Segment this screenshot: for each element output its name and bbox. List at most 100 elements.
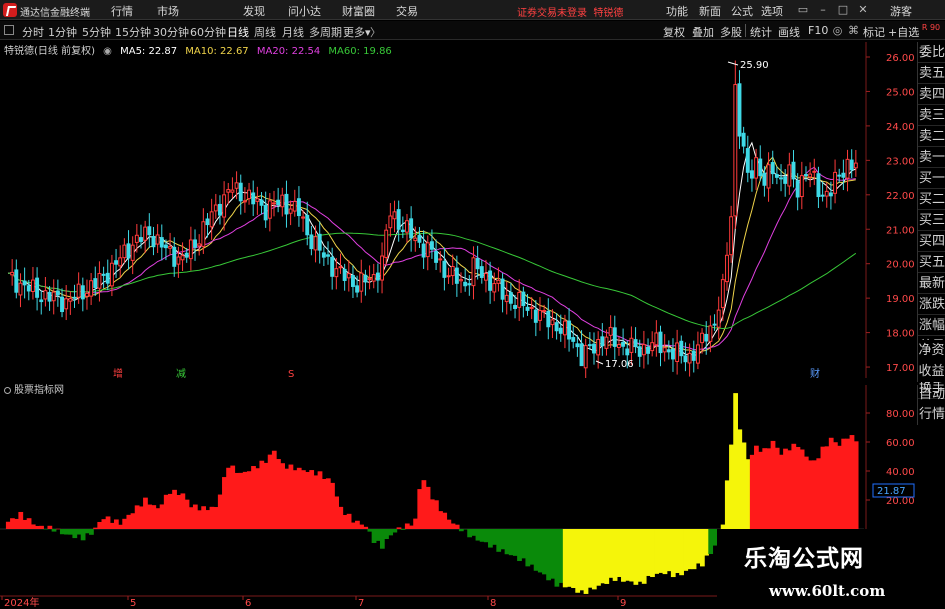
sidebar-item-ask3[interactable]: 卖三: [918, 105, 945, 126]
indicator-bar: [176, 495, 182, 529]
tool-draw[interactable]: 画线: [778, 24, 800, 40]
indicator-bar: [205, 510, 211, 529]
menu-ask[interactable]: 问小达: [288, 3, 321, 19]
candle-body: [363, 274, 368, 283]
indicator-bar: [625, 529, 630, 581]
period-intraday[interactable]: 分时: [22, 24, 44, 40]
sidebar-item-earnings[interactable]: 收益: [918, 361, 945, 382]
menu-function[interactable]: 功能: [666, 3, 688, 19]
period-more[interactable]: 更多▾: [343, 24, 371, 40]
indicator-bar: [330, 482, 335, 529]
candle-body: [10, 271, 15, 276]
minimize-icon[interactable]: –: [815, 2, 831, 17]
candle-body: [633, 339, 638, 348]
menu-layout[interactable]: 新面: [699, 3, 721, 19]
period-toolbar: 分时 1分钟 5分钟 15分钟 30分钟 60分钟 日线 周线 月线 多周期 更…: [0, 21, 945, 40]
period-multi[interactable]: 多周期: [309, 24, 342, 40]
indicator-bar: [122, 518, 128, 529]
period-15min[interactable]: 15分钟: [115, 24, 151, 40]
sidebar-item-change[interactable]: 涨跌: [918, 294, 945, 315]
candle-body: [109, 262, 114, 287]
indicator-bar: [163, 494, 169, 529]
tool-adjust[interactable]: 复权: [663, 24, 685, 40]
candle-body: [309, 234, 314, 250]
menu-market[interactable]: 市场: [157, 3, 179, 19]
indicator-bar: [288, 464, 294, 529]
candle-body: [60, 296, 64, 313]
cycle-icon[interactable]: ◎: [830, 23, 845, 38]
menu-wealth[interactable]: 财富圈: [342, 3, 375, 19]
candle-body: [43, 290, 48, 300]
candle-body: [853, 162, 858, 169]
candle-body: [209, 211, 214, 228]
sidebar-item-quotes[interactable]: 行情: [918, 405, 945, 425]
tool-icon[interactable]: ⌘: [846, 23, 861, 38]
menu-discover[interactable]: 发现: [243, 3, 265, 19]
period-60min[interactable]: 60分钟: [190, 24, 226, 40]
candlestick-chart[interactable]: 26.00 25.00 24.00 23.00 22.00 21.00 20.00 19.00…: [0, 40, 917, 378]
candle-body: [338, 266, 343, 269]
sidebar-tag: R 90: [921, 23, 941, 32]
candle-body: [671, 348, 675, 360]
period-weekly[interactable]: 周线: [254, 24, 276, 40]
menu-options[interactable]: 选项: [761, 3, 783, 19]
sidebar-item-auto[interactable]: 自动: [918, 385, 945, 405]
candle-body: [301, 216, 306, 219]
candle-body: [280, 194, 285, 208]
tool-stats[interactable]: 统计: [750, 24, 772, 40]
sidebar-item-bid4[interactable]: 买四: [918, 231, 945, 252]
menu-quotes[interactable]: 行情: [111, 3, 133, 19]
sidebar-item-bid3[interactable]: 买三: [918, 210, 945, 231]
guest-user[interactable]: 游客: [890, 3, 912, 19]
candle-body: [68, 298, 73, 302]
tool-add-favorite[interactable]: +自选: [888, 24, 919, 40]
indicator-bar: [292, 470, 298, 529]
sidebar-item-change-pct[interactable]: 涨幅: [918, 315, 945, 336]
stock-name: 特锐德: [593, 8, 624, 19]
app-logo-icon: [3, 3, 17, 17]
candle-body: [118, 257, 123, 267]
sidebar-item-ask2[interactable]: 卖二: [918, 126, 945, 147]
indicator-bar: [201, 506, 207, 529]
panel-toggle-icon[interactable]: [4, 25, 14, 35]
period-monthly[interactable]: 月线: [282, 24, 304, 40]
period-daily[interactable]: 日线: [227, 24, 249, 40]
indicator-bar: [313, 475, 319, 529]
indicator-bar: [645, 529, 651, 576]
candle-body: [76, 283, 81, 298]
indicator-bar: [371, 529, 377, 543]
candle-body: [745, 148, 750, 173]
sidebar-item-ask1[interactable]: 卖一: [918, 147, 945, 168]
tool-multistock[interactable]: 多股: [720, 24, 742, 40]
indicator-bar: [305, 471, 310, 529]
sidebar-item-net-assets[interactable]: 净资: [918, 340, 945, 361]
sidebar-item-bid-ratio[interactable]: 委比: [918, 42, 945, 63]
candle-body: [409, 218, 414, 239]
close-icon[interactable]: ✕: [855, 2, 871, 17]
scroll-arrow-icon[interactable]: 〉: [370, 24, 381, 40]
sidebar-item-ask5[interactable]: 卖五: [918, 63, 945, 84]
period-30min[interactable]: 30分钟: [153, 24, 189, 40]
sidebar-item-latest[interactable]: 最新: [918, 273, 945, 294]
menu-icon[interactable]: ▭: [795, 2, 811, 17]
indicator-bar: [80, 529, 86, 541]
period-1min[interactable]: 1分钟: [48, 24, 77, 40]
sidebar-item-bid5[interactable]: 买五: [918, 252, 945, 273]
menu-formula[interactable]: 公式: [731, 3, 753, 19]
sidebar-item-bid2[interactable]: 买二: [918, 189, 945, 210]
candle-body: [729, 216, 734, 256]
sidebar-item-ask4[interactable]: 卖四: [918, 84, 945, 105]
candle-body: [467, 283, 472, 286]
maximize-icon[interactable]: □: [835, 2, 851, 17]
period-5min[interactable]: 5分钟: [82, 24, 111, 40]
tool-overlay[interactable]: 叠加: [692, 24, 714, 40]
menu-trade[interactable]: 交易: [396, 3, 418, 19]
indicator-bar: [729, 444, 734, 529]
sidebar-item-bid1[interactable]: 买一: [918, 168, 945, 189]
indicator-bar: [226, 467, 231, 529]
tool-mark[interactable]: 标记: [863, 24, 885, 40]
candle-body: [72, 296, 77, 299]
indicator-bar: [828, 437, 834, 529]
indicator-bar: [301, 470, 306, 529]
tool-f10[interactable]: F10: [808, 24, 828, 37]
